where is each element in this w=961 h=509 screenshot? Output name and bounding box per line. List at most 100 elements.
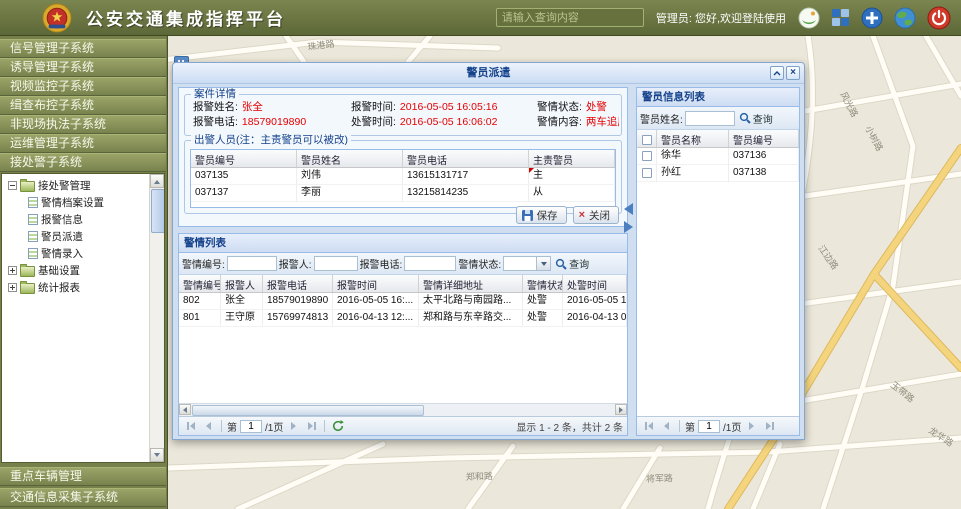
tree-node-alarm-info[interactable]: 报警信息: [2, 211, 149, 228]
sidebar-item-maintenance[interactable]: 运维管理子系统: [0, 134, 166, 153]
next-page-button[interactable]: [744, 419, 759, 433]
page-number-input[interactable]: [240, 420, 262, 433]
scroll-up-icon[interactable]: [150, 174, 164, 188]
status-combo-input[interactable]: [503, 256, 537, 271]
column-header[interactable]: 警情编号: [179, 275, 221, 292]
tree-node-statistics[interactable]: 统计报表: [2, 279, 149, 296]
row-checkbox[interactable]: [642, 168, 652, 178]
row-checkbox[interactable]: [642, 151, 652, 161]
move-left-arrow[interactable]: [624, 203, 633, 215]
prev-page-button[interactable]: [201, 419, 216, 433]
document-icon: [28, 214, 38, 225]
table-row[interactable]: 802 张全 18579019890 2016-05-05 16:... 太平北…: [179, 293, 627, 310]
last-page-button[interactable]: [304, 419, 319, 433]
last-page-button[interactable]: [762, 419, 777, 433]
alarm-search-button[interactable]: 查询: [553, 256, 591, 271]
prev-page-button[interactable]: [659, 419, 674, 433]
window-close-button[interactable]: ×: [786, 66, 800, 80]
table-row[interactable]: 037137 李丽 13215814235 从: [191, 185, 615, 202]
column-header[interactable]: 警员姓名: [297, 150, 403, 167]
column-header[interactable]: 警情详细地址: [419, 275, 523, 292]
chevron-down-icon[interactable]: [537, 256, 551, 271]
column-header[interactable]: 警情状态: [523, 275, 563, 292]
scroll-right-icon[interactable]: [615, 404, 627, 415]
sidebar-item-dispatch[interactable]: 接处警子系统: [0, 153, 166, 172]
collapse-button[interactable]: [770, 66, 784, 80]
window-titlebar[interactable]: 警员派遣 ×: [173, 63, 804, 84]
field-label: 报警电话:: [193, 116, 238, 128]
case-detail-fieldset: 案件详情 报警姓名:张全 报警时间:2016-05-05 16:05:16 警情…: [184, 94, 622, 136]
caller-input[interactable]: [314, 256, 358, 271]
tree-node-alarm-entry[interactable]: 警情录入: [2, 245, 149, 262]
field-value: 张全: [242, 101, 263, 113]
fieldset-legend: 出警人员(注：主责警员可以被改): [191, 134, 351, 147]
column-header[interactable]: 报警电话: [263, 275, 333, 292]
tree-node-officer-dispatch[interactable]: 警员派遣: [2, 228, 149, 245]
save-button[interactable]: 保存: [516, 206, 567, 224]
sidebar-item-offsite[interactable]: 非现场执法子系统: [0, 115, 166, 134]
sidebar-item-checkpoint[interactable]: 缉查布控子系统: [0, 96, 166, 115]
select-all-cell[interactable]: [637, 130, 657, 147]
header-icon-bar: [798, 6, 951, 30]
column-header[interactable]: 警员名称: [657, 130, 729, 147]
global-search-input[interactable]: [496, 8, 644, 27]
column-header[interactable]: 报警时间: [333, 275, 419, 292]
search-icon: [555, 258, 567, 270]
phone-input[interactable]: [404, 256, 456, 271]
sidebar-item-key-vehicles[interactable]: 重点车辆管理: [0, 467, 166, 486]
table-row[interactable]: 801 王守原 15769974813 2016-04-13 12:... 郑和…: [179, 310, 627, 327]
sidebar-item-video[interactable]: 视频监控子系统: [0, 77, 166, 96]
scrollbar-thumb[interactable]: [192, 405, 424, 416]
first-page-button[interactable]: [183, 419, 198, 433]
refresh-button[interactable]: [330, 419, 345, 433]
select-all-checkbox[interactable]: [642, 135, 652, 145]
tree-node-label: 报警信息: [41, 212, 83, 227]
table-row[interactable]: 孙红 037138: [637, 165, 799, 182]
column-header[interactable]: 报警人: [221, 275, 263, 292]
horizontal-scrollbar[interactable]: [179, 403, 627, 416]
move-right-arrow[interactable]: [624, 221, 633, 233]
case-panel: 案件详情 报警姓名:张全 报警时间:2016-05-05 16:05:16 警情…: [178, 87, 628, 227]
collapse-toggle-icon[interactable]: [8, 181, 17, 190]
column-header[interactable]: 警员编号: [191, 150, 297, 167]
page-number-input[interactable]: [698, 420, 720, 433]
earth-icon[interactable]: [894, 7, 916, 29]
scrollbar-thumb[interactable]: [151, 189, 165, 233]
table-row[interactable]: 037135 刘伟 13615131717 主: [191, 168, 615, 185]
sidebar-item-traffic-collection[interactable]: 交通信息采集子系统: [0, 488, 166, 507]
officer-search-button[interactable]: 查询: [737, 111, 775, 126]
filter-label: 警情编号:: [182, 256, 225, 271]
tree-node-label: 统计报表: [38, 280, 80, 295]
tree-node-root[interactable]: 接处警管理: [2, 177, 149, 194]
expand-toggle-icon[interactable]: [8, 283, 17, 292]
officer-name-input[interactable]: [685, 111, 735, 126]
tree-node-label: 警情录入: [41, 246, 83, 261]
table-row[interactable]: 徐华 037136: [637, 148, 799, 165]
column-header[interactable]: 主责警员: [529, 150, 615, 167]
status-select[interactable]: [503, 256, 551, 271]
scroll-down-icon[interactable]: [150, 448, 164, 462]
sidebar-item-guidance[interactable]: 诱导管理子系统: [0, 58, 166, 77]
close-x-icon: ×: [579, 210, 585, 221]
power-icon[interactable]: [927, 6, 951, 30]
next-page-button[interactable]: [286, 419, 301, 433]
column-header[interactable]: 处警时间: [563, 275, 627, 292]
grid-apps-icon[interactable]: [831, 8, 850, 27]
sidebar-item-signal[interactable]: 信号管理子系统: [0, 39, 166, 58]
save-disk-icon: [522, 210, 533, 221]
close-button[interactable]: × 关闭: [573, 206, 619, 224]
dispatch-window: 警员派遣 × 案件详情 报警姓名:张全 报警时间:2016-05-05 16:0…: [172, 62, 805, 440]
folder-icon: [20, 266, 35, 277]
first-page-button[interactable]: [641, 419, 656, 433]
officer-filter-toolbar: 警员姓名: 查询: [637, 107, 799, 130]
scroll-left-icon[interactable]: [179, 404, 191, 415]
add-plus-icon[interactable]: [861, 7, 883, 29]
tree-node-archive-settings[interactable]: 警情档案设置: [2, 194, 149, 211]
monitor-globe-icon[interactable]: [798, 7, 820, 29]
column-header[interactable]: 警员电话: [403, 150, 529, 167]
column-header[interactable]: 警员编号: [729, 130, 799, 147]
tree-scrollbar[interactable]: [149, 174, 164, 462]
tree-node-basic-settings[interactable]: 基础设置: [2, 262, 149, 279]
alarm-no-input[interactable]: [227, 256, 277, 271]
expand-toggle-icon[interactable]: [8, 266, 17, 275]
